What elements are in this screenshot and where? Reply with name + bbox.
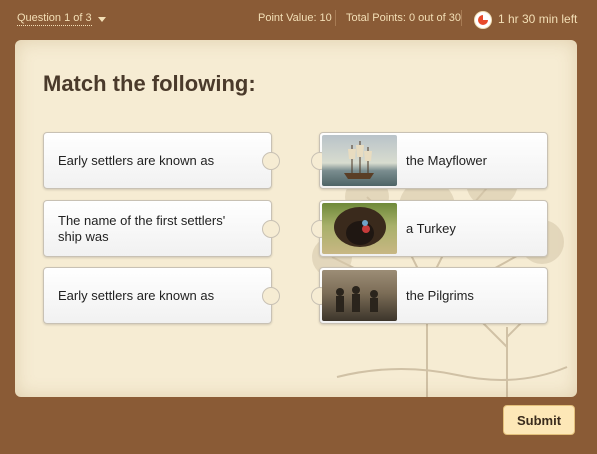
question-selector[interactable]: Question 1 of 3 bbox=[17, 12, 106, 26]
puzzle-connector bbox=[262, 286, 280, 305]
match-left-item-1[interactable]: Early settlers are known as bbox=[43, 132, 280, 189]
submit-button[interactable]: Submit bbox=[503, 405, 575, 435]
match-left-item-2[interactable]: The name of the first settlers' ship was bbox=[43, 200, 280, 257]
total-points: Total Points: 0 out of 30 bbox=[346, 12, 461, 24]
match-right-item-3[interactable]: the Pilgrims bbox=[311, 267, 548, 324]
turkey-icon bbox=[334, 207, 386, 247]
time-remaining: 1 hr 30 min left bbox=[498, 12, 578, 26]
match-right-item-1[interactable]: the Mayflower bbox=[311, 132, 548, 189]
pilgrims-icon bbox=[336, 286, 378, 312]
puzzle-connector bbox=[262, 219, 280, 238]
top-bar: Question 1 of 3 Point Value: 10 Total Po… bbox=[0, 0, 597, 36]
quiz-frame: Question 1 of 3 Point Value: 10 Total Po… bbox=[0, 0, 597, 454]
puzzle-connector bbox=[262, 151, 280, 170]
left-item-text: Early settlers are known as bbox=[58, 287, 215, 303]
caret-down-icon[interactable] bbox=[97, 16, 106, 22]
right-item-text: a Turkey bbox=[406, 221, 456, 236]
question-panel: Match the following: Early settlers are … bbox=[15, 40, 577, 397]
pilgrims-painting-image bbox=[322, 270, 397, 321]
ship-icon bbox=[344, 141, 374, 179]
divider bbox=[335, 10, 336, 26]
timer-pie-icon bbox=[475, 12, 491, 28]
question-title: Match the following: bbox=[43, 71, 256, 96]
right-item-text: the Pilgrims bbox=[406, 288, 474, 303]
left-item-text: The name of the first settlers' ship was bbox=[58, 212, 226, 244]
divider bbox=[461, 10, 462, 26]
match-right-item-2[interactable]: a Turkey bbox=[311, 200, 548, 257]
question-label[interactable]: Question 1 of 3 bbox=[17, 12, 92, 26]
left-item-text: Early settlers are known as bbox=[58, 152, 215, 168]
point-value: Point Value: 10 bbox=[258, 12, 332, 24]
turkey-photo-image bbox=[322, 203, 397, 254]
ship-painting-image bbox=[322, 135, 397, 186]
right-item-text: the Mayflower bbox=[406, 153, 487, 168]
timer-fill bbox=[478, 15, 488, 25]
match-left-item-3[interactable]: Early settlers are known as bbox=[43, 267, 280, 324]
